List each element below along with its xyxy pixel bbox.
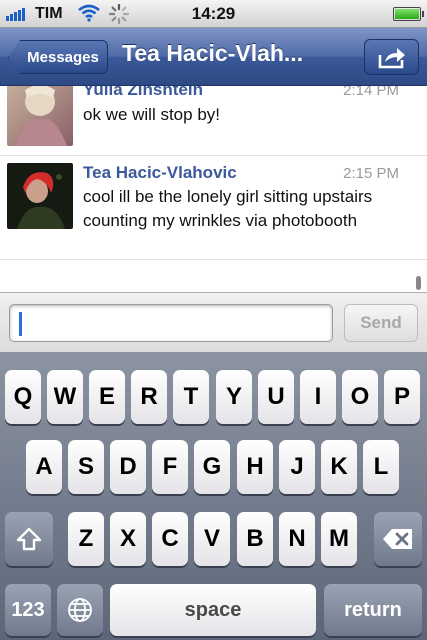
send-button[interactable]: Send xyxy=(344,304,418,342)
key-y[interactable]: Y xyxy=(216,370,252,424)
message-sender[interactable]: Tea Hacic-Vlahovic xyxy=(83,163,237,183)
message-input[interactable] xyxy=(9,304,333,342)
key-q[interactable]: Q xyxy=(5,370,41,424)
key-u[interactable]: U xyxy=(258,370,294,424)
key-c[interactable]: C xyxy=(152,512,188,566)
key-n[interactable]: N xyxy=(279,512,315,566)
status-bar: TIM 14:29 xyxy=(0,0,427,28)
key-r[interactable]: R xyxy=(131,370,167,424)
message-time: 2:14 PM xyxy=(343,86,399,99)
key-m[interactable]: M xyxy=(321,512,357,566)
key-b[interactable]: B xyxy=(237,512,273,566)
key-k[interactable]: K xyxy=(321,440,357,494)
key-d[interactable]: D xyxy=(110,440,146,494)
key-i[interactable]: I xyxy=(300,370,336,424)
message-time: 2:15 PM xyxy=(343,165,399,182)
key-w[interactable]: W xyxy=(47,370,83,424)
message-list[interactable]: Yulia Zinshtein 2:14 PM ok we will stop … xyxy=(0,86,427,292)
key-p[interactable]: P xyxy=(384,370,420,424)
key-x[interactable]: X xyxy=(110,512,146,566)
numbers-key[interactable]: 123 xyxy=(5,584,51,636)
backspace-icon xyxy=(383,529,412,549)
message-text: ok we will stop by! xyxy=(83,105,220,124)
key-g[interactable]: G xyxy=(194,440,230,494)
avatar xyxy=(7,86,73,146)
message-item: Yulia Zinshtein 2:14 PM ok we will stop … xyxy=(0,86,427,156)
space-key[interactable]: space xyxy=(110,584,316,636)
message-item: Tea Hacic-Vlahovic 2:15 PM cool ill be t… xyxy=(0,156,427,260)
key-s[interactable]: S xyxy=(68,440,104,494)
scrollbar[interactable] xyxy=(416,276,421,290)
text-caret xyxy=(19,312,22,336)
messages-back-button[interactable]: Messages xyxy=(8,40,108,74)
shift-arrow-icon xyxy=(16,527,42,551)
backspace-key[interactable] xyxy=(374,512,422,566)
battery-icon xyxy=(393,7,424,21)
key-o[interactable]: O xyxy=(342,370,378,424)
key-z[interactable]: Z xyxy=(68,512,104,566)
return-key[interactable]: return xyxy=(324,584,422,636)
share-icon xyxy=(378,48,405,69)
status-time: 14:29 xyxy=(191,4,236,23)
key-v[interactable]: V xyxy=(194,512,230,566)
message-text: cool ill be the lonely girl sitting upst… xyxy=(83,187,373,230)
message-sender[interactable]: Yulia Zinshtein xyxy=(83,86,203,100)
conversation-title: Tea Hacic-Vlah... xyxy=(122,40,304,66)
key-j[interactable]: J xyxy=(279,440,315,494)
shift-key[interactable] xyxy=(5,512,53,566)
key-l[interactable]: L xyxy=(363,440,399,494)
keyboard: Q W E R T Y U I O P A S D F G H J K L Z … xyxy=(0,352,427,640)
globe-key[interactable] xyxy=(57,584,103,636)
key-h[interactable]: H xyxy=(237,440,273,494)
navigation-bar: Messages Tea Hacic-Vlah... xyxy=(0,28,427,86)
key-t[interactable]: T xyxy=(173,370,209,424)
share-button[interactable] xyxy=(364,39,419,75)
key-a[interactable]: A xyxy=(26,440,62,494)
key-e[interactable]: E xyxy=(89,370,125,424)
key-f[interactable]: F xyxy=(152,440,188,494)
compose-bar: Send xyxy=(0,292,427,352)
avatar xyxy=(7,163,73,229)
globe-icon xyxy=(68,598,92,622)
